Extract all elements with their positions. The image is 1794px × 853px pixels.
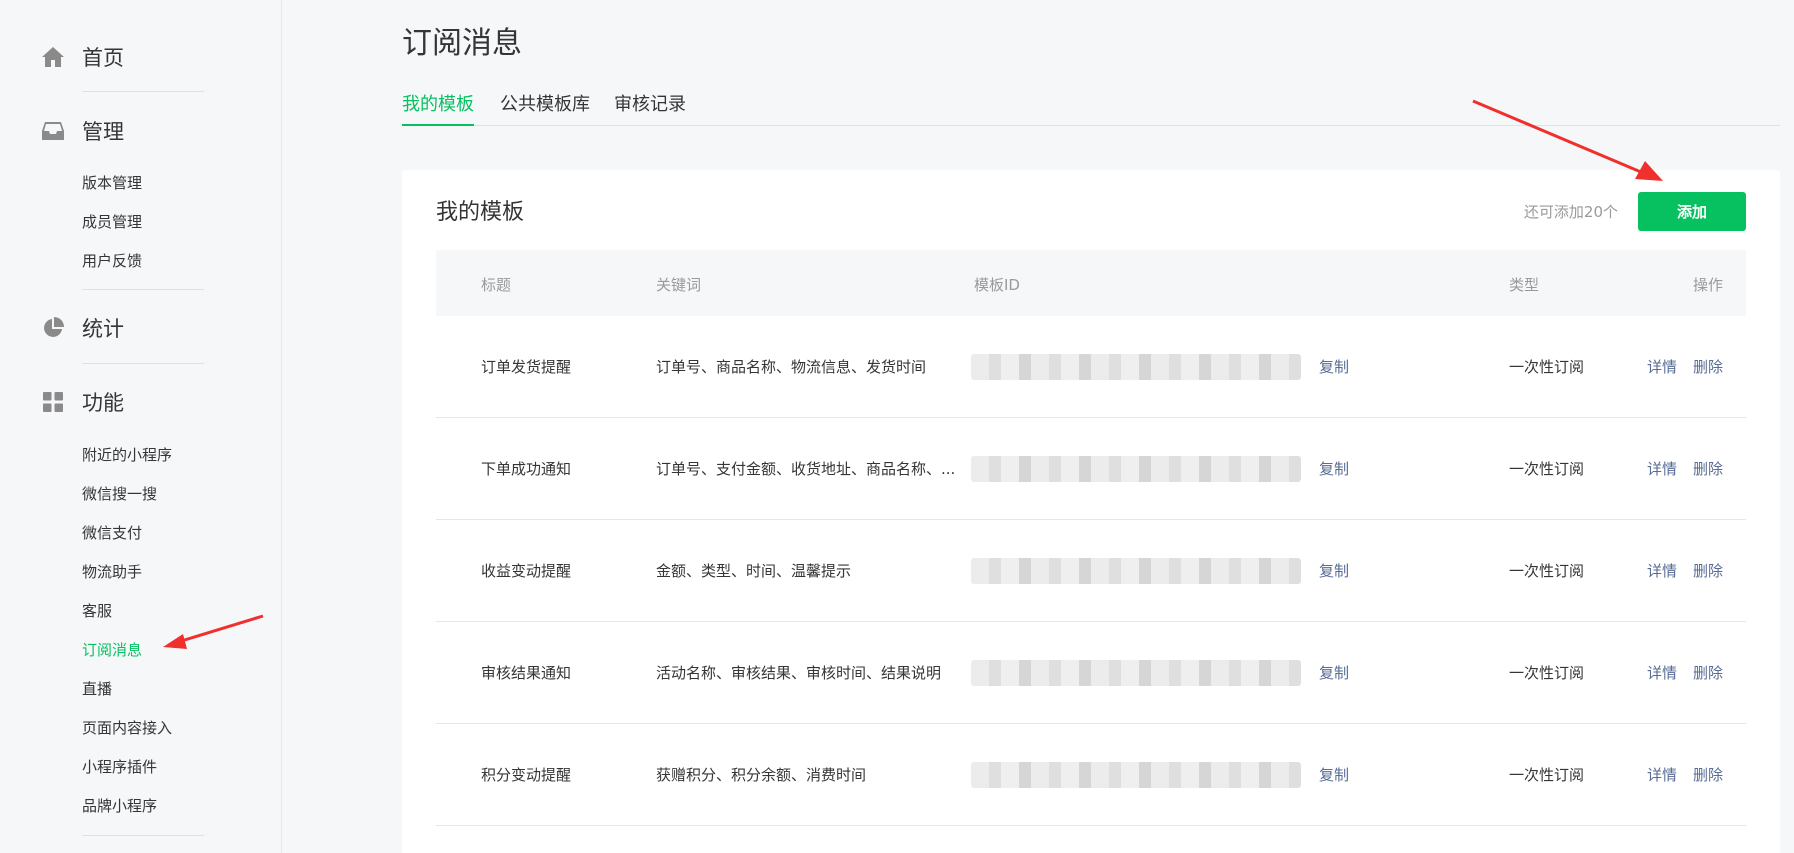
template-table: 标题 关键词 模板ID 类型 操作 订单发货提醒 订单号、商品名称、物流信息、发…	[436, 250, 1746, 826]
sidebar-item-brand[interactable]: 品牌小程序	[82, 795, 157, 817]
divider	[82, 289, 204, 290]
sidebar-item-content[interactable]: 页面内容接入	[82, 717, 172, 739]
quota-text: 还可添加20个	[1523, 203, 1618, 221]
sidebar-item-feedback[interactable]: 用户反馈	[82, 250, 142, 272]
nav-stats[interactable]: 统计	[40, 308, 204, 348]
sidebar-item-live[interactable]: 直播	[82, 678, 112, 700]
copy-link[interactable]: 复制	[1319, 458, 1349, 479]
header-template-id: 模板ID	[974, 276, 1020, 294]
detail-link[interactable]: 详情	[1647, 764, 1677, 785]
sidebar-item-members[interactable]: 成员管理	[82, 211, 142, 233]
table-row: 订单发货提醒 订单号、商品名称、物流信息、发货时间 复制 一次性订阅 详情 删除	[436, 316, 1746, 418]
nav-manage[interactable]: 管理	[40, 111, 204, 151]
row-title: 订单发货提醒	[481, 358, 572, 376]
page-title: 订阅消息	[402, 26, 522, 61]
row-template-id-blurred	[971, 762, 1301, 788]
row-type: 一次性订阅	[1509, 664, 1585, 682]
row-title: 下单成功通知	[481, 460, 572, 478]
row-keywords: 活动名称、审核结果、审核时间、结果说明	[656, 664, 942, 682]
copy-link[interactable]: 复制	[1319, 560, 1349, 581]
detail-link[interactable]: 详情	[1647, 662, 1677, 683]
row-template-id-blurred	[971, 558, 1301, 584]
delete-link[interactable]: 删除	[1693, 560, 1723, 581]
tab-public-library[interactable]: 公共模板库	[500, 90, 590, 126]
add-button[interactable]: 添加	[1638, 192, 1746, 231]
header-type: 类型	[1509, 276, 1540, 294]
table-header: 标题 关键词 模板ID 类型 操作	[436, 250, 1746, 316]
row-title: 审核结果通知	[481, 664, 572, 682]
sidebar-item-pay[interactable]: 微信支付	[82, 522, 142, 544]
header-action: 操作	[1693, 276, 1724, 294]
divider	[82, 363, 204, 364]
row-type: 一次性订阅	[1509, 358, 1585, 376]
row-title: 收益变动提醒	[481, 562, 572, 580]
tab-bar: 我的模板 公共模板库 审核记录	[402, 84, 1780, 126]
copy-link[interactable]: 复制	[1319, 764, 1349, 785]
divider	[82, 91, 204, 92]
sidebar-item-service[interactable]: 客服	[82, 600, 112, 622]
nav-stats-label: 统计	[82, 317, 124, 341]
header-title: 标题	[481, 276, 512, 294]
nav-manage-label: 管理	[82, 120, 124, 144]
inbox-icon	[40, 119, 65, 144]
tab-review-records[interactable]: 审核记录	[614, 90, 686, 126]
sidebar-item-version[interactable]: 版本管理	[82, 172, 142, 194]
card-title: 我的模板	[436, 200, 525, 225]
row-keywords: 订单号、支付金额、收货地址、商品名称、...	[656, 460, 956, 478]
sidebar-item-nearby[interactable]: 附近的小程序	[82, 444, 172, 466]
table-row: 下单成功通知 订单号、支付金额、收货地址、商品名称、... 复制 一次性订阅 详…	[436, 418, 1746, 520]
nav-features[interactable]: 功能	[40, 382, 204, 422]
copy-link[interactable]: 复制	[1319, 356, 1349, 377]
row-template-id-blurred	[971, 660, 1301, 686]
table-row: 审核结果通知 活动名称、审核结果、审核时间、结果说明 复制 一次性订阅 详情 删…	[436, 622, 1746, 724]
nav-features-label: 功能	[82, 391, 124, 415]
table-row: 积分变动提醒 获赠积分、积分余额、消费时间 复制 一次性订阅 详情 删除	[436, 724, 1746, 826]
row-keywords: 订单号、商品名称、物流信息、发货时间	[656, 358, 927, 376]
template-card: 我的模板 还可添加20个 添加 标题 关键词 模板ID 类型 操作 订单发货提醒…	[402, 170, 1780, 853]
copy-link[interactable]: 复制	[1319, 662, 1349, 683]
nav-home[interactable]: 首页	[40, 37, 204, 77]
delete-link[interactable]: 删除	[1693, 356, 1723, 377]
row-keywords: 获赠积分、积分余额、消费时间	[656, 766, 867, 784]
sidebar-item-search[interactable]: 微信搜一搜	[82, 483, 157, 505]
delete-link[interactable]: 删除	[1693, 662, 1723, 683]
detail-link[interactable]: 详情	[1647, 356, 1677, 377]
home-icon	[40, 45, 65, 70]
sidebar-item-logistics[interactable]: 物流助手	[82, 561, 142, 583]
row-template-id-blurred	[971, 354, 1301, 380]
row-type: 一次性订阅	[1509, 562, 1585, 580]
sidebar-item-subscribe[interactable]: 订阅消息	[82, 639, 142, 661]
tab-my-templates[interactable]: 我的模板	[402, 90, 474, 126]
sidebar: 首页 管理 版本管理 成员管理 用户反馈 统计 功能 附近的小程序 微信搜一搜 …	[0, 0, 282, 853]
nav-home-label: 首页	[82, 46, 124, 70]
sidebar-item-plugin[interactable]: 小程序插件	[82, 756, 157, 778]
detail-link[interactable]: 详情	[1647, 458, 1677, 479]
grid-icon	[40, 390, 65, 415]
row-template-id-blurred	[971, 456, 1301, 482]
row-title: 积分变动提醒	[481, 766, 572, 784]
row-type: 一次性订阅	[1509, 460, 1585, 478]
delete-link[interactable]: 删除	[1693, 458, 1723, 479]
row-type: 一次性订阅	[1509, 766, 1585, 784]
row-keywords: 金额、类型、时间、温馨提示	[656, 562, 852, 580]
table-row: 收益变动提醒 金额、类型、时间、温馨提示 复制 一次性订阅 详情 删除	[436, 520, 1746, 622]
header-keywords: 关键词	[656, 276, 702, 294]
detail-link[interactable]: 详情	[1647, 560, 1677, 581]
divider	[82, 835, 204, 836]
pie-chart-icon	[40, 316, 65, 341]
delete-link[interactable]: 删除	[1693, 764, 1723, 785]
